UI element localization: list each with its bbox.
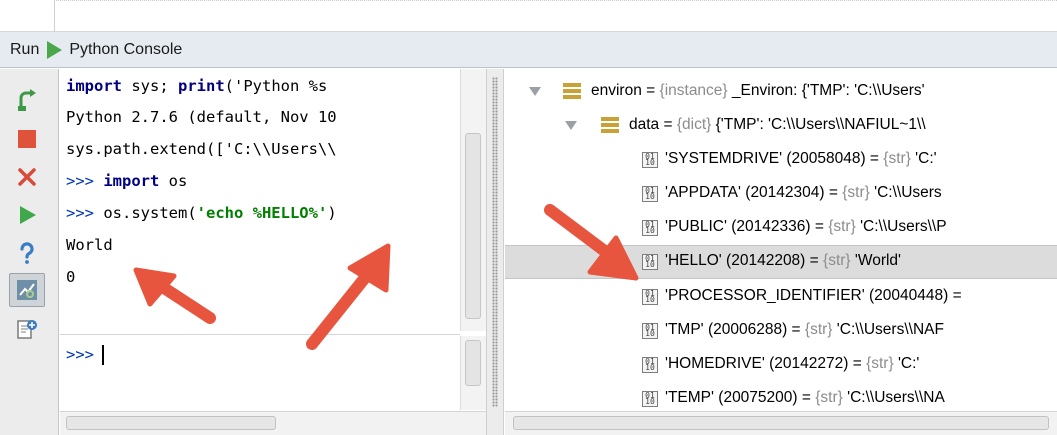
console-output-scrollbar[interactable]	[460, 69, 486, 331]
console-line: >>> import os	[66, 172, 188, 190]
rerun-icon[interactable]	[13, 87, 41, 115]
show-variables-icon[interactable]	[9, 273, 45, 307]
tree-row-label: 'TEMP' (20075200) = {str} 'C:\\Users\\NA	[665, 389, 945, 406]
tree-row-label: data = {dict} {'TMP': 'C:\\Users\\NAFIUL…	[629, 116, 926, 133]
expand-triangle-icon[interactable]	[529, 87, 541, 96]
expand-triangle-icon[interactable]	[565, 121, 577, 130]
console-line: import sys; print('Python %s	[66, 77, 328, 95]
tree-row[interactable]: environ = {instance} _Environ: {'TMP': '…	[505, 75, 1057, 109]
pane-splitter[interactable]	[486, 69, 504, 435]
binary-icon: 01 10	[642, 323, 658, 339]
attach-debugger-icon[interactable]	[13, 315, 41, 343]
console-input-separator	[60, 334, 460, 335]
console-input-line[interactable]: >>>	[66, 345, 104, 365]
console-toolbar	[0, 69, 59, 435]
field-icon	[601, 117, 619, 133]
top-strip-dotted-line	[54, 0, 1057, 1]
console-output[interactable]: import sys; print('Python %s Python 2.7.…	[60, 69, 486, 410]
tree-row-label: 'PROCESSOR_IDENTIFIER' (20040448) =	[665, 287, 962, 304]
callout-arrow-icon	[544, 204, 639, 281]
stop-icon[interactable]	[13, 125, 41, 153]
tree-row-label: 'PUBLIC' (20142336) = {str} 'C:\\Users\\…	[665, 218, 947, 235]
execute-icon[interactable]	[13, 201, 41, 229]
console-horizontal-scroll-thumb[interactable]	[66, 416, 276, 430]
binary-icon: 01 10	[642, 152, 658, 168]
console-horizontal-scrollbar[interactable]	[60, 411, 486, 435]
console-line: Python 2.7.6 (default, Nov 10	[66, 108, 337, 126]
splitter-grip	[492, 77, 498, 407]
top-strip-divider	[54, 0, 55, 32]
console-input-scrollbar[interactable]	[460, 336, 486, 410]
binary-icon: 01 10	[642, 220, 658, 236]
tree-row[interactable]: 01 10 'TMP' (20006288) = {str} 'C:\\Users…	[505, 314, 1057, 348]
tree-row-label: environ = {instance} _Environ: {'TMP': '…	[591, 82, 925, 99]
tree-row-label: 'TMP' (20006288) = {str} 'C:\\Users\\NAF	[665, 321, 944, 338]
tree-row[interactable]: 01 10 'TEMP' (20075200) = {str} 'C:\\User…	[505, 382, 1057, 410]
tree-row-label: 'SYSTEMDRIVE' (20058048) = {str} 'C:'	[665, 150, 937, 167]
variables-horizontal-scroll-thumb[interactable]	[513, 416, 1049, 430]
variables-horizontal-scrollbar[interactable]	[505, 411, 1057, 435]
tree-row-label: 'APPDATA' (20142304) = {str} 'C:\\Users	[665, 184, 942, 201]
binary-icon: 01 10	[642, 186, 658, 202]
console-line: sys.path.extend(['C:\\Users\\	[66, 140, 337, 158]
tree-row[interactable]: 01 10 'HOMEDRIVE' (20142272) = {str} 'C:'	[505, 348, 1057, 382]
binary-icon: 01 10	[642, 357, 658, 373]
field-icon	[563, 83, 581, 99]
console-line: >>> os.system('echo %HELLO%')	[66, 204, 337, 222]
console-input-scroll-thumb[interactable]	[465, 340, 481, 386]
tree-row[interactable]: 01 10 'SYSTEMDRIVE' (20058048) = {str} 'C…	[505, 143, 1057, 177]
run-tool-window-header: Run Python Console	[0, 32, 1057, 68]
top-strip	[0, 0, 1057, 32]
console-output-scroll-thumb[interactable]	[465, 133, 481, 319]
callout-arrow-icon	[306, 243, 391, 350]
run-play-icon	[47, 40, 63, 59]
console-line: World	[66, 236, 113, 254]
run-label: Run	[10, 40, 40, 58]
help-icon[interactable]	[13, 239, 41, 267]
callout-arrow-icon	[133, 267, 216, 324]
tree-row[interactable]: data = {dict} {'TMP': 'C:\\Users\\NAFIUL…	[505, 109, 1057, 143]
binary-icon: 01 10	[642, 254, 658, 270]
text-cursor	[102, 345, 104, 365]
tree-row-label: 'HELLO' (20142208) = {str} 'World'	[665, 252, 902, 269]
tree-row-label: 'HOMEDRIVE' (20142272) = {str} 'C:'	[665, 355, 920, 372]
console-line: 0	[66, 268, 76, 286]
binary-icon: 01 10	[642, 391, 658, 407]
binary-icon: 01 10	[642, 289, 658, 305]
console-tab-title[interactable]: Python Console	[69, 41, 182, 59]
close-icon[interactable]	[13, 163, 41, 191]
